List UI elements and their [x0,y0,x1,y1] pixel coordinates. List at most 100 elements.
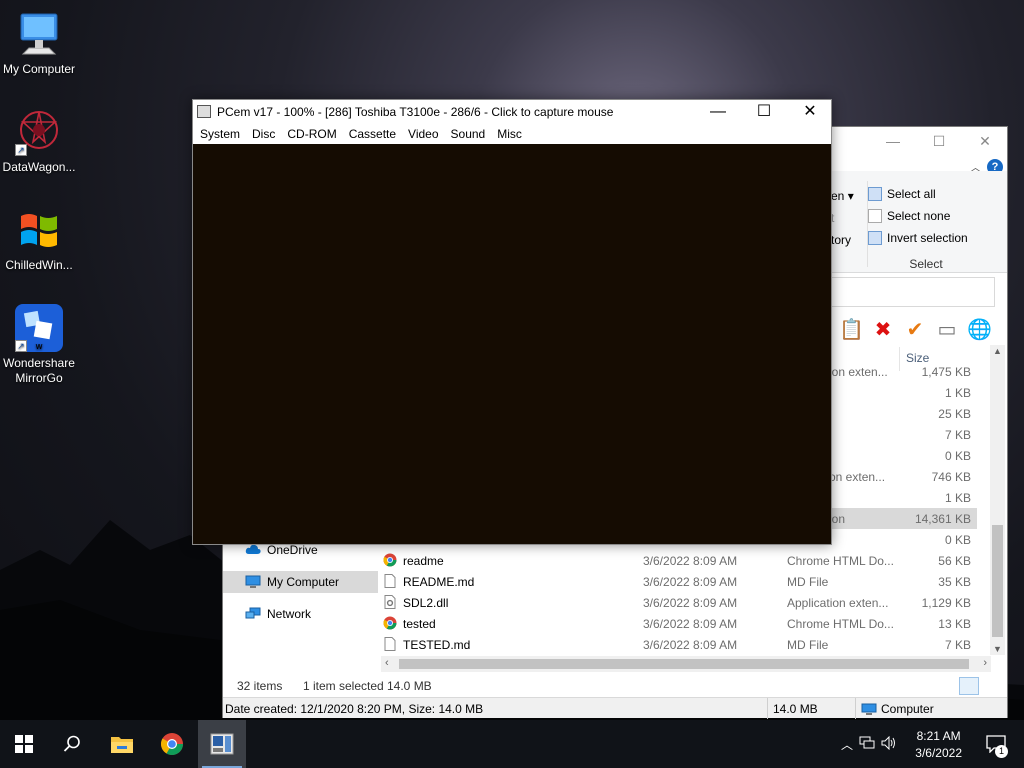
desktop-icon-chilledwin[interactable]: ChilledWin... [0,206,78,273]
horizontal-scrollbar[interactable]: ‹ › [381,656,991,672]
notification-count: 1 [995,745,1008,758]
table-row[interactable]: readme 3/6/2022 8:09 AM Chrome HTML Do..… [381,550,977,571]
desktop-icon-my-computer[interactable]: My Computer [0,10,78,77]
globe-icon[interactable]: 🌐 [967,318,992,342]
notifications-button[interactable]: 1 [972,720,1020,768]
shortcut-arrow-icon: ↗ [15,144,27,156]
file-date: 3/6/2022 8:09 AM [643,575,738,589]
table-row[interactable]: SDL2.dll 3/6/2022 8:09 AM Application ex… [381,592,977,613]
select-all-button[interactable]: Select all [868,183,984,205]
scroll-down-icon[interactable]: ▼ [990,644,1005,654]
search-icon [63,735,80,752]
menu-disc[interactable]: Disc [247,124,282,144]
volume-icon[interactable] [878,735,900,753]
scroll-right-icon[interactable]: › [983,657,987,669]
table-row[interactable]: tested 3/6/2022 8:09 AM Chrome HTML Do..… [381,613,977,634]
file-name: tested [403,617,436,631]
file-size: 56 KB [938,554,971,568]
desktop-icon-wondershare-mirrorgo[interactable]: w ↗ Wondershare MirrorGo [0,304,78,386]
ribbon-history-button[interactable]: tory [831,233,851,247]
details-view-icon[interactable] [959,677,979,695]
scrollbar-thumb[interactable] [992,525,1003,637]
invert-selection-icon [868,231,882,245]
desktop-icon-label: My Computer [2,62,76,76]
vertical-scrollbar[interactable]: ▲ ▼ [990,345,1005,655]
chrome-icon [383,616,397,630]
nav-item-label: Network [267,607,312,621]
details-separator [767,698,768,719]
taskbar-file-explorer[interactable] [98,720,146,768]
minimize-button[interactable]: — [695,100,741,124]
nav-item-my-computer[interactable]: My Computer [223,571,378,593]
table-row[interactable]: README.md 3/6/2022 8:09 AM MD File 35 KB [381,571,977,592]
ribbon-group-select: Select all Select none Invert selection … [868,183,984,271]
file-size: 1,475 KB [921,365,971,379]
file-size: 35 KB [938,575,971,589]
network-icon[interactable] [856,736,878,753]
taskbar-clock[interactable]: 8:21 AM 3/6/2022 [915,728,962,762]
menu-system[interactable]: System [195,124,247,144]
status-item-count: 32 items [237,679,283,693]
mirrorgo-icon: w ↗ [15,304,63,352]
clock-time: 8:21 AM [916,729,961,743]
maximize-button[interactable]: ☐ [741,100,787,124]
desktop-icon-label: DataWagon... [2,160,76,174]
details-size: 14.0 MB [773,702,818,716]
file-date: 3/6/2022 8:09 AM [643,638,738,652]
document-icon [383,574,397,588]
search-button[interactable] [48,720,96,768]
emulator-screen[interactable] [193,144,831,544]
chevron-up-icon[interactable]: ︿ [838,736,856,753]
desktop-icon-datawagon[interactable]: ↗ DataWagon... [0,108,78,175]
file-size: 25 KB [938,407,971,421]
cloud-icon [245,543,261,557]
file-name: SDL2.dll [403,596,449,610]
select-none-button[interactable]: Select none [868,205,984,227]
maximize-icon[interactable]: ☐ [929,133,949,151]
menu-sound[interactable]: Sound [446,124,493,144]
invert-selection-button[interactable]: Invert selection [868,227,984,249]
scroll-up-icon[interactable]: ▲ [990,346,1005,356]
file-size: 0 KB [944,533,971,547]
file-size: 0 KB [944,449,971,463]
start-button[interactable] [0,720,48,768]
close-button[interactable]: ✕ [787,100,833,124]
chrome-icon [161,733,183,755]
file-type: Application exten... [787,596,889,610]
dll-gear-icon [383,595,397,609]
file-name: TESTED.md [403,638,471,652]
details-location-icon [861,703,877,718]
menu-cd-rom[interactable]: CD-ROM [282,124,343,144]
menu-misc[interactable]: Misc [492,124,529,144]
scrollbar-thumb[interactable] [399,659,969,669]
file-size: 746 KB [931,470,971,484]
file-name: README.md [403,575,475,589]
close-icon[interactable]: ✕ [975,133,995,151]
table-row[interactable]: TESTED.md 3/6/2022 8:09 AM MD File 7 KB [381,634,977,655]
ribbon-open-button[interactable]: en ▾ [831,189,854,203]
checkmark-icon[interactable]: ✔ [903,318,927,342]
pcem-window[interactable]: PCem v17 - 100% - [286] Toshiba T3100e -… [192,99,832,545]
clipboard-icon[interactable]: 📋 [839,318,864,342]
nav-item-label: OneDrive [267,543,318,557]
menu-cassette[interactable]: Cassette [344,124,403,144]
file-size: 13 KB [938,617,971,631]
navigation-pane: OneDrive My Computer Network [223,537,378,657]
scroll-left-icon[interactable]: ‹ [385,657,389,669]
minimize-icon[interactable]: — [883,133,903,151]
explorer-toolbar: 📋 ✖ ✔ ▭ 🌐 [839,317,992,343]
rename-icon[interactable]: ▭ [935,318,959,342]
status-bar: 32 items 1 item selected 14.0 MB [223,675,1007,697]
file-type: on exten... [829,470,886,484]
taskbar-pcem[interactable] [198,720,246,768]
select-all-label: Select all [887,187,936,201]
taskbar-chrome[interactable] [148,720,196,768]
delete-x-icon[interactable]: ✖ [871,318,895,342]
details-location: Computer [881,702,934,716]
file-size: 7 KB [944,428,971,442]
pcem-titlebar[interactable]: PCem v17 - 100% - [286] Toshiba T3100e -… [193,100,831,124]
large-icons-view-icon[interactable] [981,677,1001,695]
nav-item-network[interactable]: Network [223,603,378,625]
menu-video[interactable]: Video [403,124,445,144]
svg-text:w: w [35,342,42,352]
